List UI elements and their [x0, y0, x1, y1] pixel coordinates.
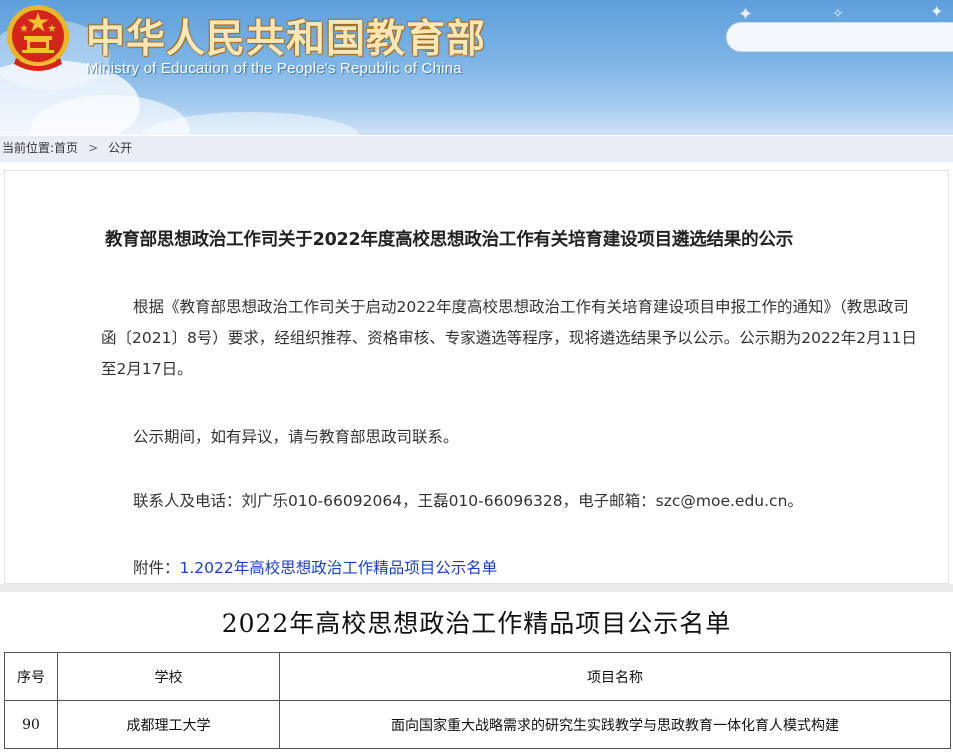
section-divider [0, 584, 953, 592]
search-box[interactable] [726, 22, 953, 53]
column-header-index: 序号 [4, 652, 58, 701]
table-row: 90 成都理工大学 面向国家重大战略需求的研究生实践教学与思政教育一体化育人模式… [4, 700, 951, 749]
table-header-row: 序号 学校 项目名称 [4, 652, 951, 701]
attachment-table-title: 2022年高校思想政治工作精品项目公示名单 [221, 609, 732, 638]
attachment-label: 附件： [133, 559, 180, 577]
breadcrumb-separator: > [88, 141, 99, 155]
article-paragraph: 根据《教育部思想政治工作司关于启动2022年度高校思想政治工作有关培育建设项目申… [101, 292, 923, 385]
site-subtitle: Ministry of Education of the People's Re… [86, 60, 462, 77]
article-paragraph: 联系人及电话：刘广乐010-66092064，王磊010-66096328，电子… [101, 486, 923, 517]
column-header-text: 项目名称 [587, 669, 643, 686]
breadcrumb-home-link[interactable]: 首页 [54, 141, 78, 155]
breadcrumb: 当前位置:首页 > 公开 [0, 136, 953, 162]
column-header-text: 序号 [17, 669, 45, 686]
national-emblem-icon [7, 5, 69, 71]
breadcrumb-label: 当前位置: [2, 141, 55, 155]
breadcrumb-public-link[interactable]: 公开 [108, 141, 132, 155]
column-header-text: 学校 [154, 669, 183, 686]
article-paragraph-text: 公示期间，如有异议，请与教育部思政司联系。 [133, 428, 459, 446]
sparkle-icon: ✦ [930, 2, 944, 21]
sparkle-icon: ✧ [832, 6, 844, 22]
site-title: 中华人民共和国教育部 [86, 16, 487, 62]
site-header: ✦ ✧ ✦ 中华人民共和国教育部 Ministry of Education o… [0, 0, 953, 135]
column-header-project: 项目名称 [279, 652, 951, 701]
cell-index: 90 [4, 700, 58, 749]
attachment-table: 序号 学校 项目名称 90 成都理工大学 面向国家重大战略需求的研究生实践教学与… [4, 652, 951, 749]
column-header-school: 学校 [57, 652, 280, 701]
article-paragraph: 公示期间，如有异议，请与教育部思政司联系。 [101, 422, 923, 453]
search-input[interactable] [741, 23, 945, 53]
article-paragraph-text: 联系人及电话：刘广乐010-66092064，王磊010-66096328，电子… [133, 492, 803, 510]
article-paragraph-text: 根据《教育部思想政治工作司关于启动2022年度高校思想政治工作有关培育建设项目申… [101, 298, 917, 378]
cell-school: 成都理工大学 [57, 700, 280, 749]
article-title: 教育部思想政治工作司关于2022年度高校思想政治工作有关培育建设项目遴选结果的公… [105, 230, 794, 250]
cell-project: 面向国家重大战略需求的研究生实践教学与思政教育一体化育人模式构建 [279, 700, 951, 749]
attachment-line: 附件：1.2022年高校思想政治工作精品项目公示名单 [101, 553, 923, 584]
attachment-link[interactable]: 1.2022年高校思想政治工作精品项目公示名单 [180, 559, 498, 577]
